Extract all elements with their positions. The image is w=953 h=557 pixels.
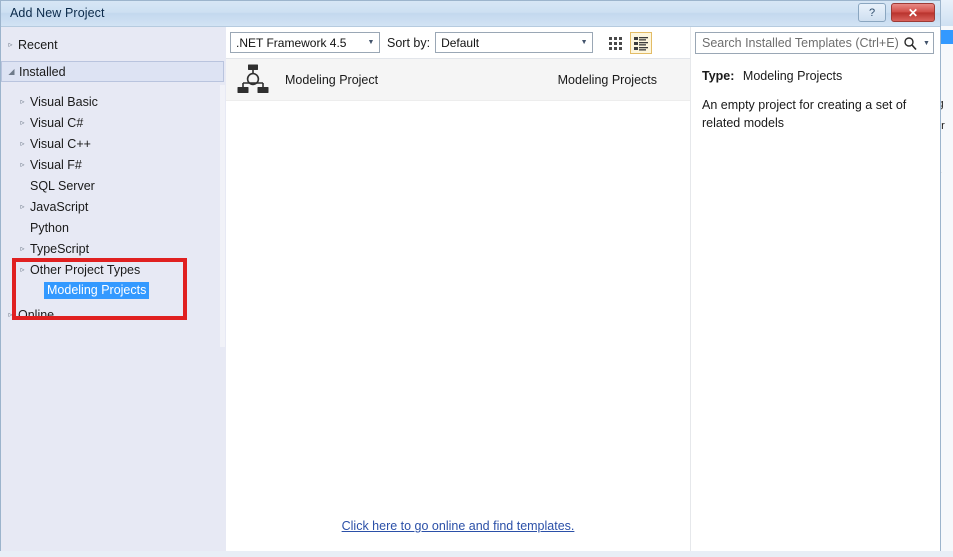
tree-group-label: Installed <box>19 64 66 79</box>
dialog-body: ▹ Recent ◢ Installed ▹ Visual Basic ▹ Vi… <box>1 27 940 557</box>
template-name: Modeling Project <box>285 72 379 87</box>
sort-by-dropdown[interactable]: Default ▼ <box>435 32 594 53</box>
sidebar-item-label: SQL Server <box>30 178 95 193</box>
templates-tree: ▹ Recent ◢ Installed ▹ Visual Basic ▹ Vi… <box>1 27 226 325</box>
sidebar-item-visual-csharp[interactable]: ▹ Visual C# <box>1 112 226 133</box>
framework-version-dropdown[interactable]: .NET Framework 4.5 ▼ <box>230 32 380 53</box>
chevron-right-icon: ▹ <box>20 244 25 253</box>
template-row[interactable]: Modeling Project Modeling Projects <box>226 59 690 101</box>
magnifier-glyph <box>904 37 917 50</box>
sidebar-item-visual-fsharp[interactable]: ▹ Visual F# <box>1 154 226 175</box>
search-input[interactable]: Search Installed Templates (Ctrl+E) <box>696 36 900 50</box>
close-button[interactable]: ✕ <box>891 3 935 22</box>
tree-scrollbar[interactable] <box>220 85 225 347</box>
details-type-row: Type: Modeling Projects <box>702 69 926 83</box>
chevron-right-icon: ▹ <box>8 310 13 319</box>
list-view-button[interactable] <box>630 31 653 54</box>
modeling-project-glyph <box>237 64 269 93</box>
modeling-project-icon <box>234 61 272 99</box>
sidebar-item-label: Modeling Projects <box>44 282 150 299</box>
tree-group-label: Online <box>18 307 55 322</box>
tree-group-installed[interactable]: ◢ Installed <box>1 61 224 82</box>
sidebar-item-other-project-types[interactable]: ▹ Other Project Types <box>1 259 226 280</box>
framework-version-value: .NET Framework 4.5 <box>236 35 347 50</box>
template-list: Modeling Project Modeling Projects <box>226 58 690 520</box>
sidebar-item-label: Visual Basic <box>30 94 98 109</box>
sidebar-item-label: Other Project Types <box>30 262 141 277</box>
sort-by-value: Default <box>441 35 480 50</box>
templates-toolbar: .NET Framework 4.5 ▼ Sort by: Default ▼ <box>226 27 690 58</box>
online-templates-link-wrap: Click here to go online and find templat… <box>226 517 690 535</box>
sidebar-item-label: TypeScript <box>30 241 90 256</box>
search-icon[interactable] <box>900 36 920 50</box>
details-content: Type: Modeling Projects An empty project… <box>691 54 940 132</box>
window-buttons: ? ✕ <box>858 3 935 22</box>
chevron-down-icon: ◢ <box>8 67 15 76</box>
templates-panel: .NET Framework 4.5 ▼ Sort by: Default ▼ <box>226 27 690 551</box>
chevron-down-icon: ▼ <box>367 39 375 46</box>
details-description: An empty project for creating a set of r… <box>702 98 907 130</box>
chevron-right-icon: ▹ <box>20 265 25 274</box>
template-details-panel: Search Installed Templates (Ctrl+E) ▼ Ty… <box>690 27 940 551</box>
desktop-bottom-strip <box>0 551 953 557</box>
chevron-right-icon: ▹ <box>20 139 25 148</box>
add-new-project-dialog: Add New Project ? ✕ ▹ Recent ◢ Installed <box>0 0 941 557</box>
chevron-right-icon: ▹ <box>20 118 25 127</box>
details-type-value: Modeling Projects <box>742 69 843 83</box>
view-mode-buttons <box>605 31 653 54</box>
sidebar-item-label: JavaScript <box>30 199 89 214</box>
chevron-right-icon: ▹ <box>20 97 25 106</box>
chevron-right-icon: ▹ <box>8 40 13 49</box>
sidebar-item-typescript[interactable]: ▹ TypeScript <box>1 238 226 259</box>
screenshot-root: ig er t a s Add New Project ? ✕ ▹ Recent <box>0 0 953 557</box>
sidebar-item-python[interactable]: Python <box>1 217 226 238</box>
sidebar-item-label: Visual C++ <box>30 136 91 151</box>
template-category: Modeling Projects <box>557 72 657 87</box>
templates-tree-panel: ▹ Recent ◢ Installed ▹ Visual Basic ▹ Vi… <box>1 27 226 551</box>
chevron-right-icon: ▹ <box>20 202 25 211</box>
sidebar-item-sql-server[interactable]: SQL Server <box>1 175 226 196</box>
sidebar-item-label: Python <box>30 220 69 235</box>
sidebar-item-visual-basic[interactable]: ▹ Visual Basic <box>1 91 226 112</box>
list-view-icon <box>634 36 649 50</box>
sidebar-item-javascript[interactable]: ▹ JavaScript <box>1 196 226 217</box>
tree-group-recent[interactable]: ▹ Recent <box>1 34 226 55</box>
sidebar-item-label: Visual C# <box>30 115 84 130</box>
chevron-down-icon[interactable]: ▼ <box>920 40 933 47</box>
sidebar-item-modeling-projects[interactable]: Modeling Projects <box>1 280 226 301</box>
dialog-titlebar: Add New Project ? ✕ <box>1 1 940 27</box>
chevron-right-icon: ▹ <box>20 160 25 169</box>
tree-group-label: Recent <box>18 37 58 52</box>
dialog-title: Add New Project <box>10 6 105 20</box>
small-icons-view-icon <box>609 36 623 50</box>
small-icons-view-button[interactable] <box>605 32 627 54</box>
sidebar-item-label: Visual F# <box>30 157 82 172</box>
details-type-label: Type: <box>702 69 735 83</box>
online-templates-link[interactable]: Click here to go online and find templat… <box>342 519 575 533</box>
tree-group-online[interactable]: ▹ Online <box>1 304 226 325</box>
sort-by-label: Sort by: <box>387 35 431 50</box>
sidebar-item-visual-cpp[interactable]: ▹ Visual C++ <box>1 133 226 154</box>
chevron-down-icon: ▼ <box>580 39 588 46</box>
help-button[interactable]: ? <box>858 3 886 22</box>
search-box[interactable]: Search Installed Templates (Ctrl+E) ▼ <box>695 32 934 54</box>
